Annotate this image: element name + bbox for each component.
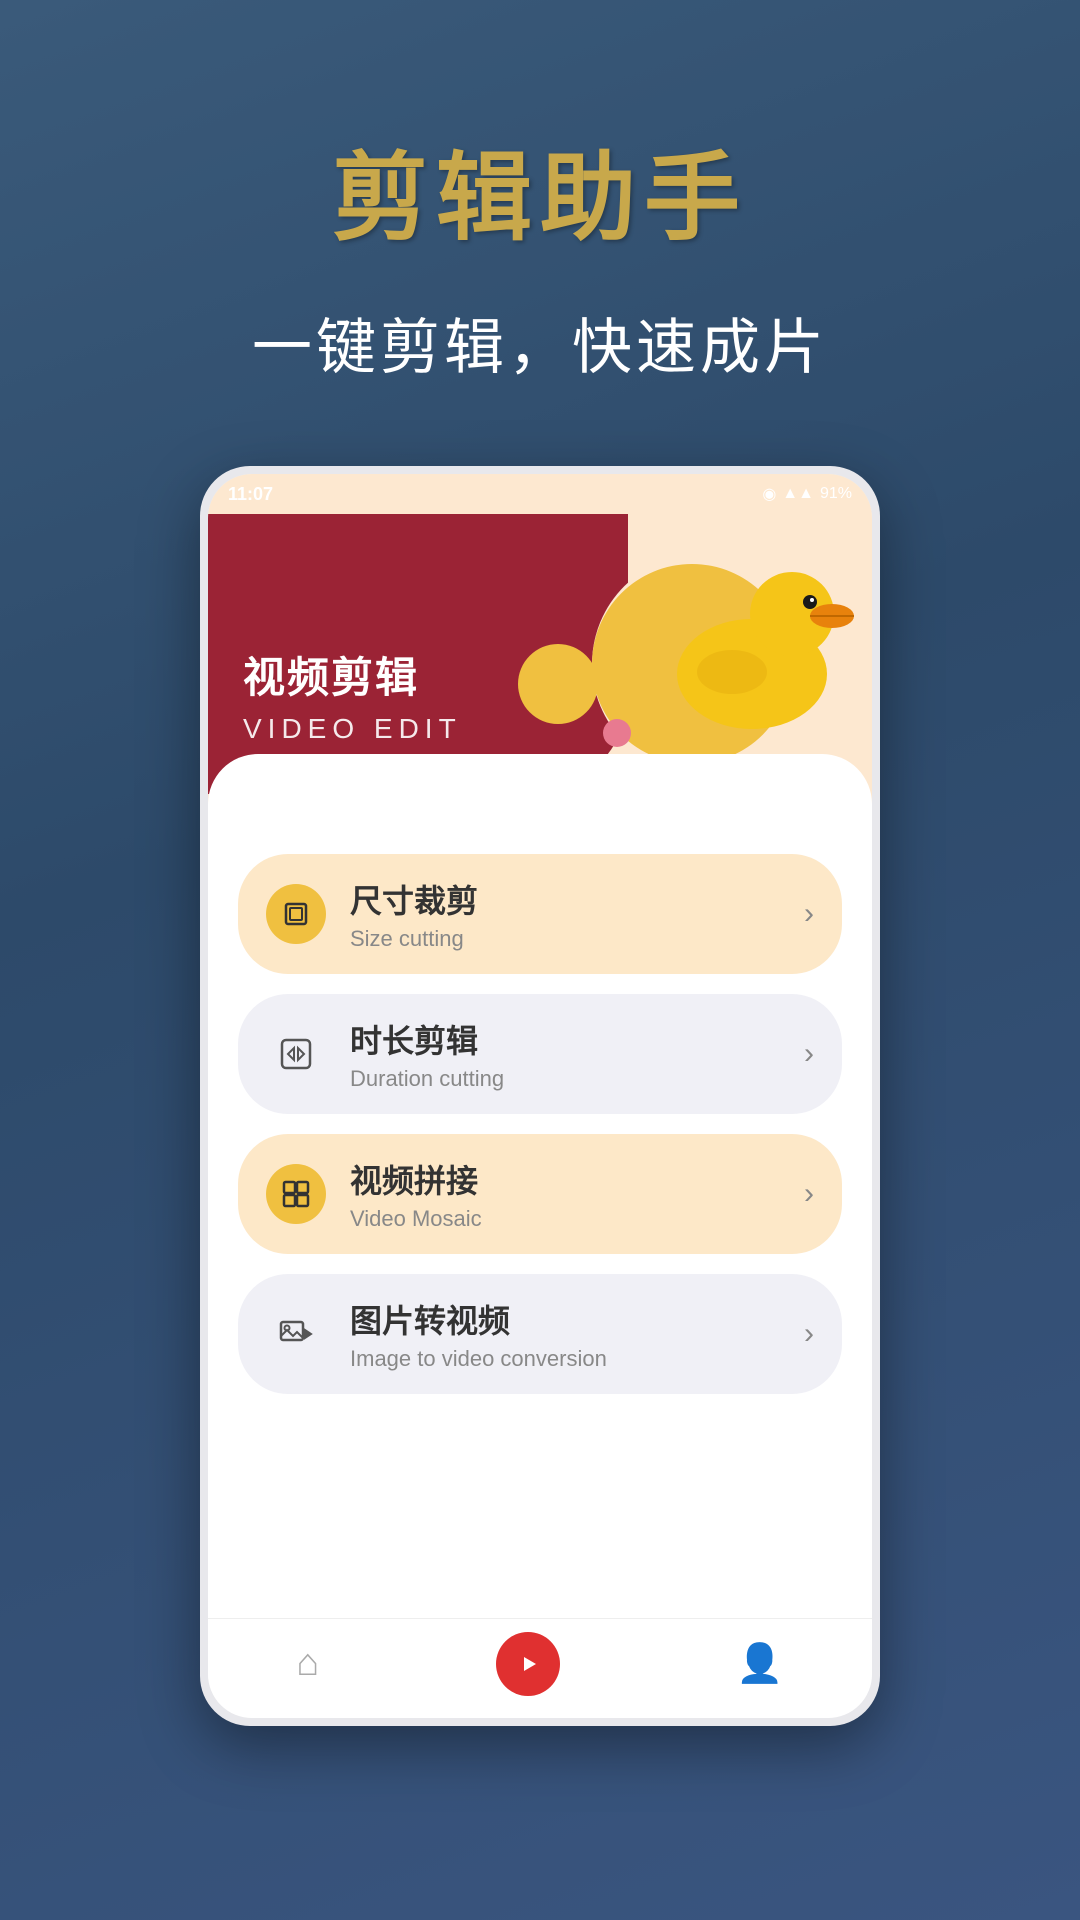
size-cutting-title-en: Size cutting	[350, 926, 804, 952]
size-cutting-text: 尺寸裁剪 Size cutting	[350, 876, 804, 952]
status-icons: ◉ ▲▲ 91%	[762, 484, 852, 504]
nav-home[interactable]: ⌂	[296, 1642, 319, 1685]
video-mosaic-arrow: ›	[804, 1177, 814, 1211]
duration-cutting-icon-bg	[266, 1024, 326, 1084]
hero-section: 视频剪辑 VIDEO EDIT	[208, 514, 872, 834]
hero-title-cn: 视频剪辑	[243, 644, 462, 705]
duration-cutting-title-en: Duration cutting	[350, 1066, 804, 1092]
image-to-video-item[interactable]: 图片转视频 Image to video conversion ›	[238, 1274, 842, 1394]
user-icon: 👤	[736, 1642, 783, 1686]
white-wave-decoration	[208, 754, 872, 834]
hero-yellow-circle-small	[518, 644, 598, 724]
app-subtitle: 一键剪辑，快速成片	[252, 299, 828, 386]
status-time: 11:07	[228, 484, 273, 505]
phone-frame: 11:07 ◉ ▲▲ 91%	[200, 466, 880, 1726]
trim-icon	[278, 1036, 314, 1072]
image-to-video-title-cn: 图片转视频	[350, 1296, 804, 1342]
duration-cutting-item[interactable]: 时长剪辑 Duration cutting ›	[238, 994, 842, 1114]
hero-title-en: VIDEO EDIT	[243, 713, 462, 745]
duration-cutting-text: 时长剪辑 Duration cutting	[350, 1016, 804, 1092]
rubber-duck-illustration	[662, 534, 862, 734]
image-to-video-text: 图片转视频 Image to video conversion	[350, 1296, 804, 1372]
video-mosaic-text: 视频拼接 Video Mosaic	[350, 1156, 804, 1232]
image-convert-icon	[278, 1316, 314, 1352]
image-to-video-icon-bg	[266, 1304, 326, 1364]
phone-inner: 11:07 ◉ ▲▲ 91%	[208, 474, 872, 1718]
size-cutting-icon-bg	[266, 884, 326, 944]
hero-pink-dot	[603, 719, 631, 747]
size-cutting-title-cn: 尺寸裁剪	[350, 876, 804, 922]
home-icon: ⌂	[296, 1642, 319, 1685]
crop-icon	[280, 898, 312, 930]
mosaic-icon	[280, 1178, 312, 1210]
battery-indicator: 91%	[820, 485, 852, 503]
play-icon	[496, 1632, 560, 1696]
nav-play[interactable]	[496, 1632, 560, 1696]
status-bar: 11:07 ◉ ▲▲ 91%	[208, 474, 872, 514]
video-mosaic-icon-bg	[266, 1164, 326, 1224]
nav-user[interactable]: 👤	[736, 1642, 783, 1686]
app-title: 剪辑助手	[332, 120, 748, 259]
size-cutting-item[interactable]: 尺寸裁剪 Size cutting ›	[238, 854, 842, 974]
video-mosaic-title-cn: 视频拼接	[350, 1156, 804, 1202]
duration-cutting-title-cn: 时长剪辑	[350, 1016, 804, 1062]
signal-icon: ▲▲	[782, 485, 814, 503]
image-to-video-title-en: Image to video conversion	[350, 1346, 804, 1372]
image-to-video-arrow: ›	[804, 1317, 814, 1351]
hero-text: 视频剪辑 VIDEO EDIT	[243, 644, 462, 745]
duration-cutting-arrow: ›	[804, 1037, 814, 1071]
menu-section: 尺寸裁剪 Size cutting › 时长剪辑 Duration cuttin…	[208, 834, 872, 1618]
video-mosaic-item[interactable]: 视频拼接 Video Mosaic ›	[238, 1134, 842, 1254]
size-cutting-arrow: ›	[804, 897, 814, 931]
bottom-nav: ⌂ 👤	[208, 1618, 872, 1718]
video-mosaic-title-en: Video Mosaic	[350, 1206, 804, 1232]
clock-icon: ◉	[762, 484, 776, 504]
